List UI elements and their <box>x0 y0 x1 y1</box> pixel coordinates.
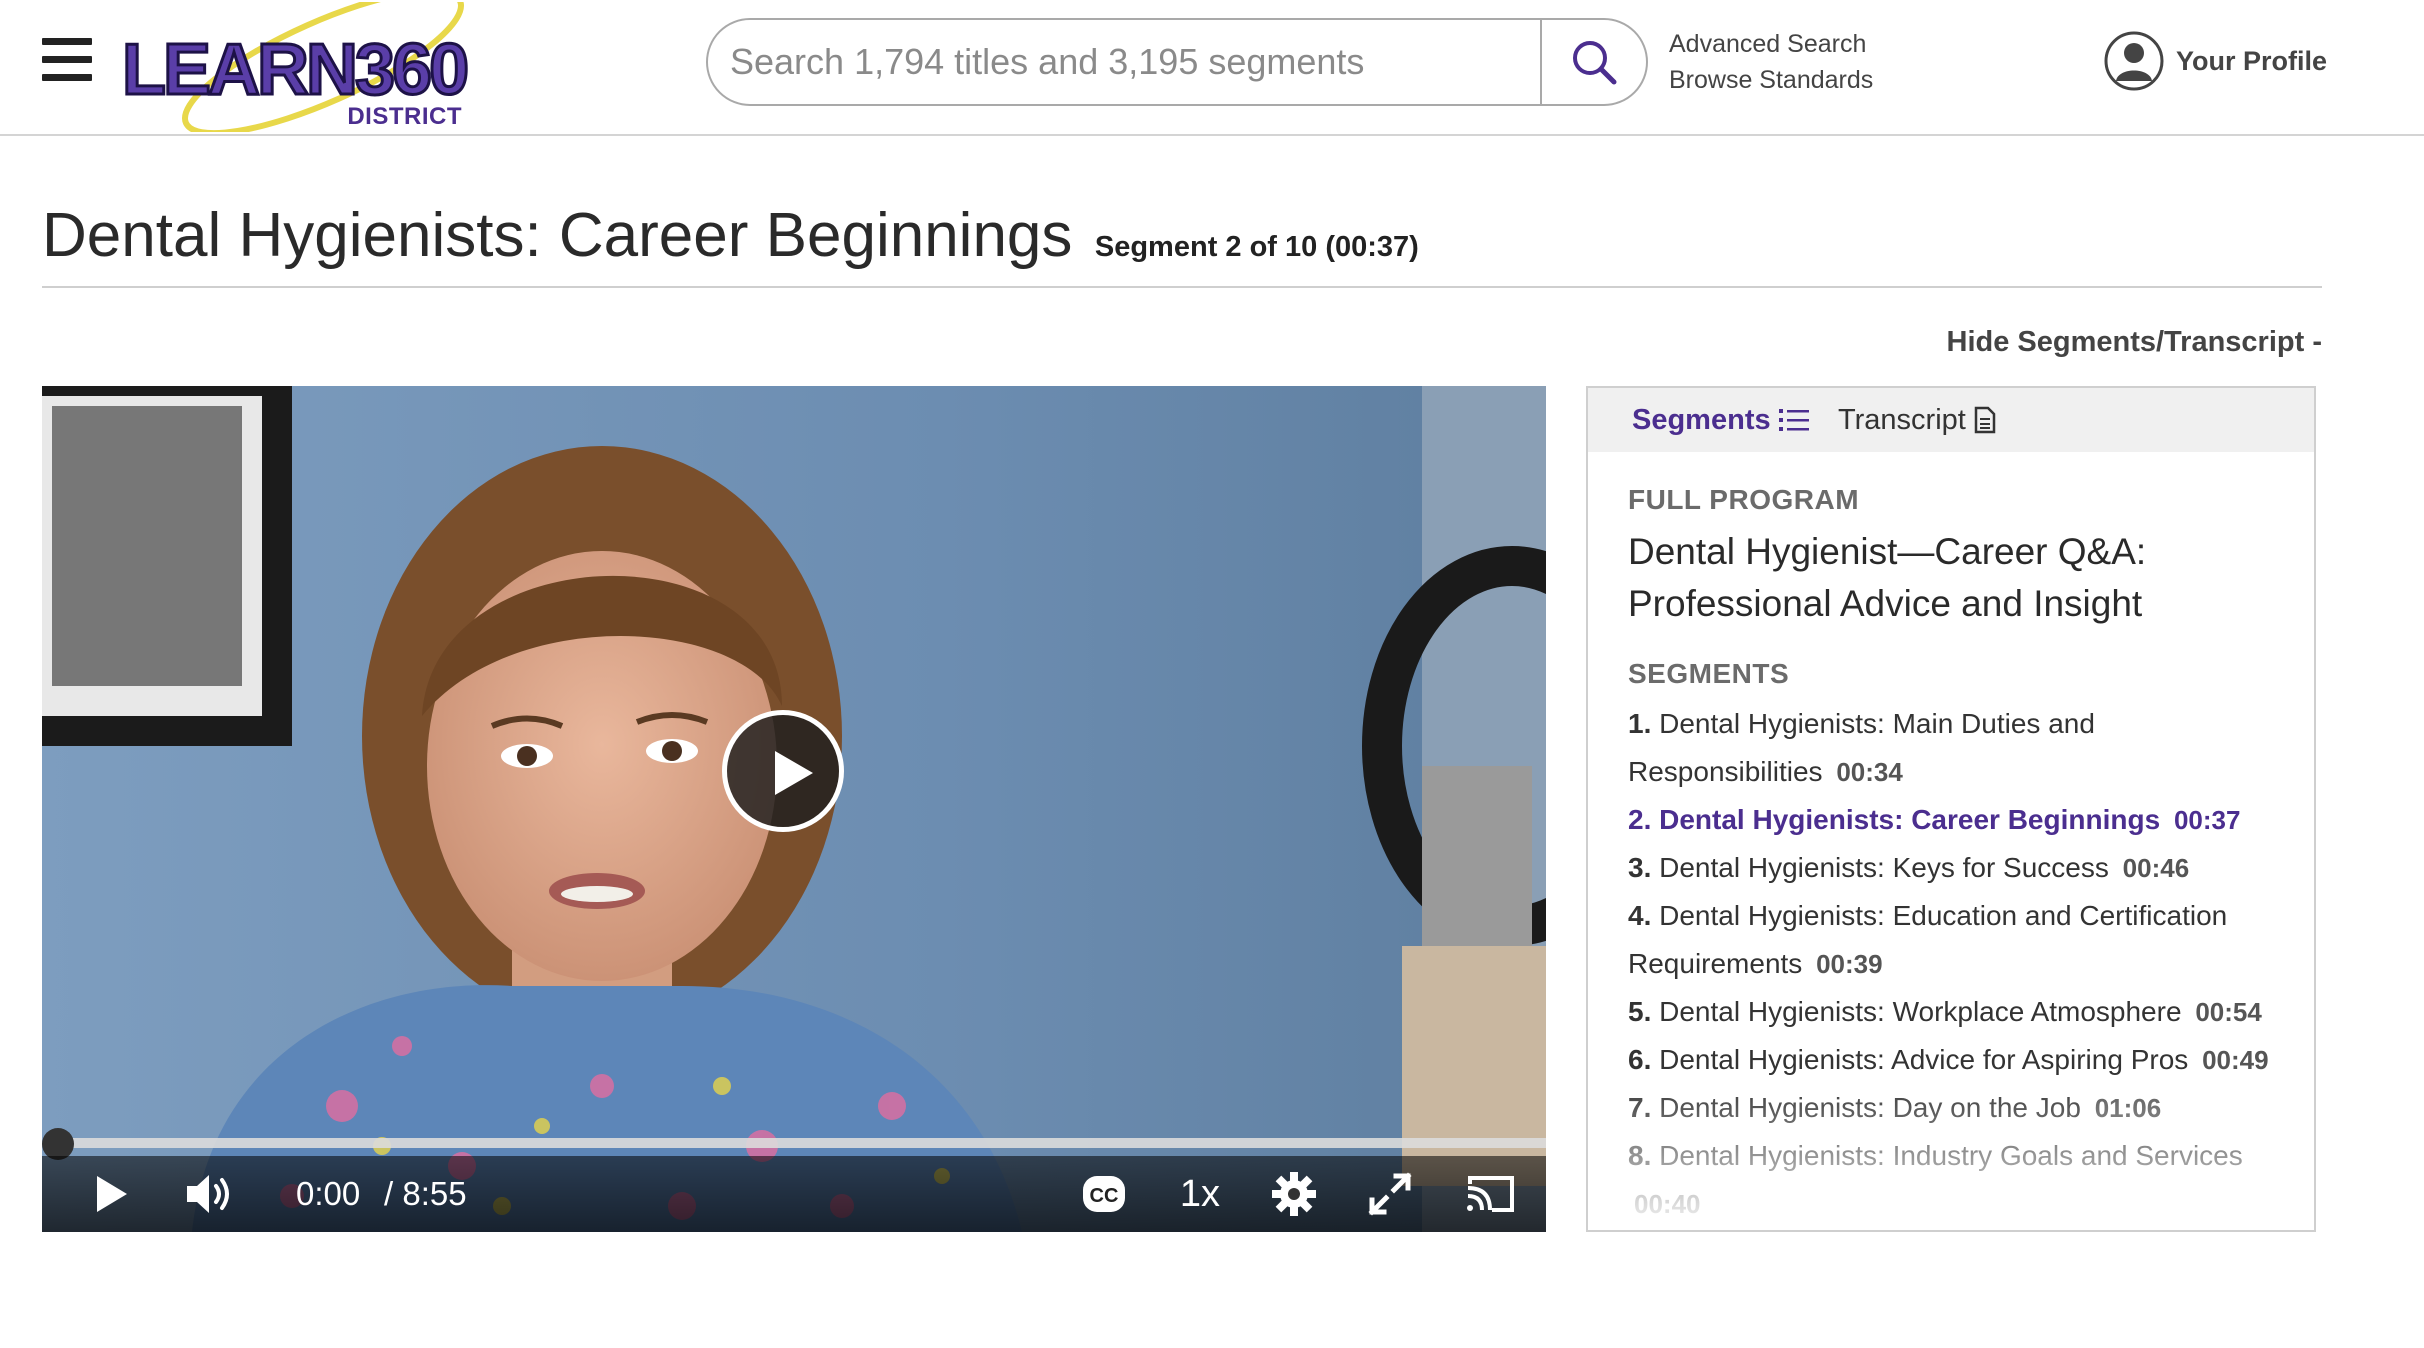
segment-item[interactable]: 1. Dental Hygienists: Main Duties and Re… <box>1628 700 2288 796</box>
tab-transcript[interactable]: Transcript <box>1838 388 1996 452</box>
segment-item[interactable]: 2. Dental Hygienists: Career Beginnings … <box>1628 796 2288 844</box>
segment-number: 5. <box>1628 996 1652 1027</box>
segment-title: Dental Hygienists: Advice for Aspiring P… <box>1659 1044 2189 1075</box>
profile-label: Your Profile <box>2176 45 2328 76</box>
hide-segments-transcript-link[interactable]: Hide Segments/Transcript - <box>1947 326 2323 359</box>
search-icon <box>1573 41 1617 85</box>
list-icon <box>1778 409 1809 431</box>
segment-number: 8. <box>1628 1140 1652 1171</box>
segment-item[interactable]: 3. Dental Hygienists: Keys for Success 0… <box>1628 844 2288 892</box>
segment-number: 3. <box>1628 852 1652 883</box>
learn360-logo[interactable]: LEARN360 DISTRICT <box>118 2 468 132</box>
cast-icon <box>1467 1176 1514 1212</box>
tab-transcript-label: Transcript <box>1838 404 1966 436</box>
video-player[interactable]: 0:00 / 8:55 CC 1x <box>42 386 1546 1232</box>
segment-info: Segment 2 of 10 (00:37) <box>1094 231 1419 263</box>
browse-standards-link[interactable]: Browse Standards <box>1669 62 1873 98</box>
big-play-button[interactable] <box>722 710 844 832</box>
segment-duration: 00:37 <box>2173 805 2241 835</box>
duration: / 8:55 <box>384 1175 467 1212</box>
segment-title: Dental Hygienists: Keys for Success <box>1659 852 2109 883</box>
volume-button[interactable] <box>166 1156 256 1232</box>
advanced-search-link[interactable]: Advanced Search <box>1669 26 1873 62</box>
segment-title: Dental Hygienists: Industry Goals and Se… <box>1659 1140 2243 1171</box>
panel-tabs: Segments Transcript <box>1588 388 2314 452</box>
segment-number: 4. <box>1628 900 1652 931</box>
speed-label: 1x <box>1179 1172 1221 1215</box>
segment-number: 7. <box>1628 1092 1652 1123</box>
document-icon <box>1974 406 1996 434</box>
tab-segments-label: Segments <box>1632 404 1771 436</box>
segment-item[interactable]: 5. Dental Hygienists: Workplace Atmosphe… <box>1628 988 2288 1036</box>
segment-number: 1. <box>1628 708 1652 739</box>
segment-item[interactable]: 4. Dental Hygienists: Education and Cert… <box>1628 892 2288 988</box>
speed-button[interactable]: 1x <box>1162 1156 1238 1232</box>
logo-subtitle: DISTRICT <box>347 103 462 130</box>
segment-number: 2. <box>1628 804 1652 835</box>
progress-bar[interactable] <box>58 1138 1546 1148</box>
header-links: Advanced Search Browse Standards <box>1669 26 1873 98</box>
segment-number: 6. <box>1628 1044 1652 1075</box>
profile-button[interactable]: Your Profile <box>2104 30 2327 92</box>
captions-button[interactable]: CC <box>1066 1156 1142 1232</box>
search-input[interactable] <box>708 20 1540 104</box>
segment-title: Dental Hygienists: Workplace Atmosphere <box>1659 996 2182 1027</box>
closed-captions-icon: CC <box>1083 1176 1125 1212</box>
settings-button[interactable] <box>1256 1156 1332 1232</box>
segments-label: SEGMENTS <box>1628 658 1790 689</box>
tab-segments[interactable]: Segments <box>1632 388 1809 452</box>
search-button[interactable] <box>1540 20 1646 104</box>
svg-text:LEARN360: LEARN360 <box>122 30 467 110</box>
segment-duration: 00:34 <box>1836 757 1903 787</box>
segment-duration: 00:54 <box>2195 997 2262 1027</box>
svg-text:CC: CC <box>1090 1185 1119 1207</box>
user-avatar-icon <box>2104 31 2164 91</box>
segment-duration: 00:39 <box>1816 949 1883 979</box>
segments-panel: Segments Transcript FULL PROGRAM Dental … <box>1586 386 2316 1232</box>
player-controls: 0:00 / 8:55 CC 1x <box>42 1156 1546 1232</box>
segment-item[interactable]: 7. Dental Hygienists: Day on the Job 01:… <box>1628 1084 2288 1132</box>
segment-duration: 01:06 <box>2094 1093 2162 1123</box>
segment-duration: 00:46 <box>2122 853 2190 883</box>
play-icon <box>97 1176 127 1212</box>
current-time: 0:00 <box>296 1175 361 1212</box>
segment-item[interactable]: 6. Dental Hygienists: Advice for Aspirin… <box>1628 1036 2288 1084</box>
settings-icon <box>1272 1172 1316 1216</box>
title-row: Dental Hygienists: Career Beginnings Seg… <box>42 200 2322 288</box>
panel-body: FULL PROGRAM Dental Hygienist—Career Q&A… <box>1628 484 2288 1228</box>
program-title[interactable]: Dental Hygienist—Career Q&A: Professiona… <box>1628 526 2288 630</box>
segments-list: 1. Dental Hygienists: Main Duties and Re… <box>1628 700 2288 1228</box>
menu-icon[interactable] <box>42 38 92 82</box>
volume-icon <box>187 1175 229 1213</box>
cast-button[interactable] <box>1452 1156 1528 1232</box>
segment-duration: 00:49 <box>2202 1045 2269 1075</box>
segment-item[interactable]: 8. Dental Hygienists: Industry Goals and… <box>1628 1132 2288 1228</box>
segment-duration: 00:40 <box>1634 1189 1701 1219</box>
segment-title: Dental Hygienists: Day on the Job <box>1659 1092 2081 1123</box>
play-button[interactable] <box>76 1156 148 1232</box>
site-header: LEARN360 DISTRICT Advanced Search Browse… <box>0 0 2424 136</box>
segment-title: Dental Hygienists: Education and Certifi… <box>1628 900 2228 979</box>
page-title: Dental Hygienists: Career Beginnings <box>42 201 1073 270</box>
fullscreen-button[interactable] <box>1352 1156 1428 1232</box>
fullscreen-icon <box>1368 1172 1412 1216</box>
full-program-label: FULL PROGRAM <box>1628 484 1860 515</box>
search-box <box>706 18 1648 106</box>
segment-title: Dental Hygienists: Career Beginnings <box>1659 804 2161 835</box>
